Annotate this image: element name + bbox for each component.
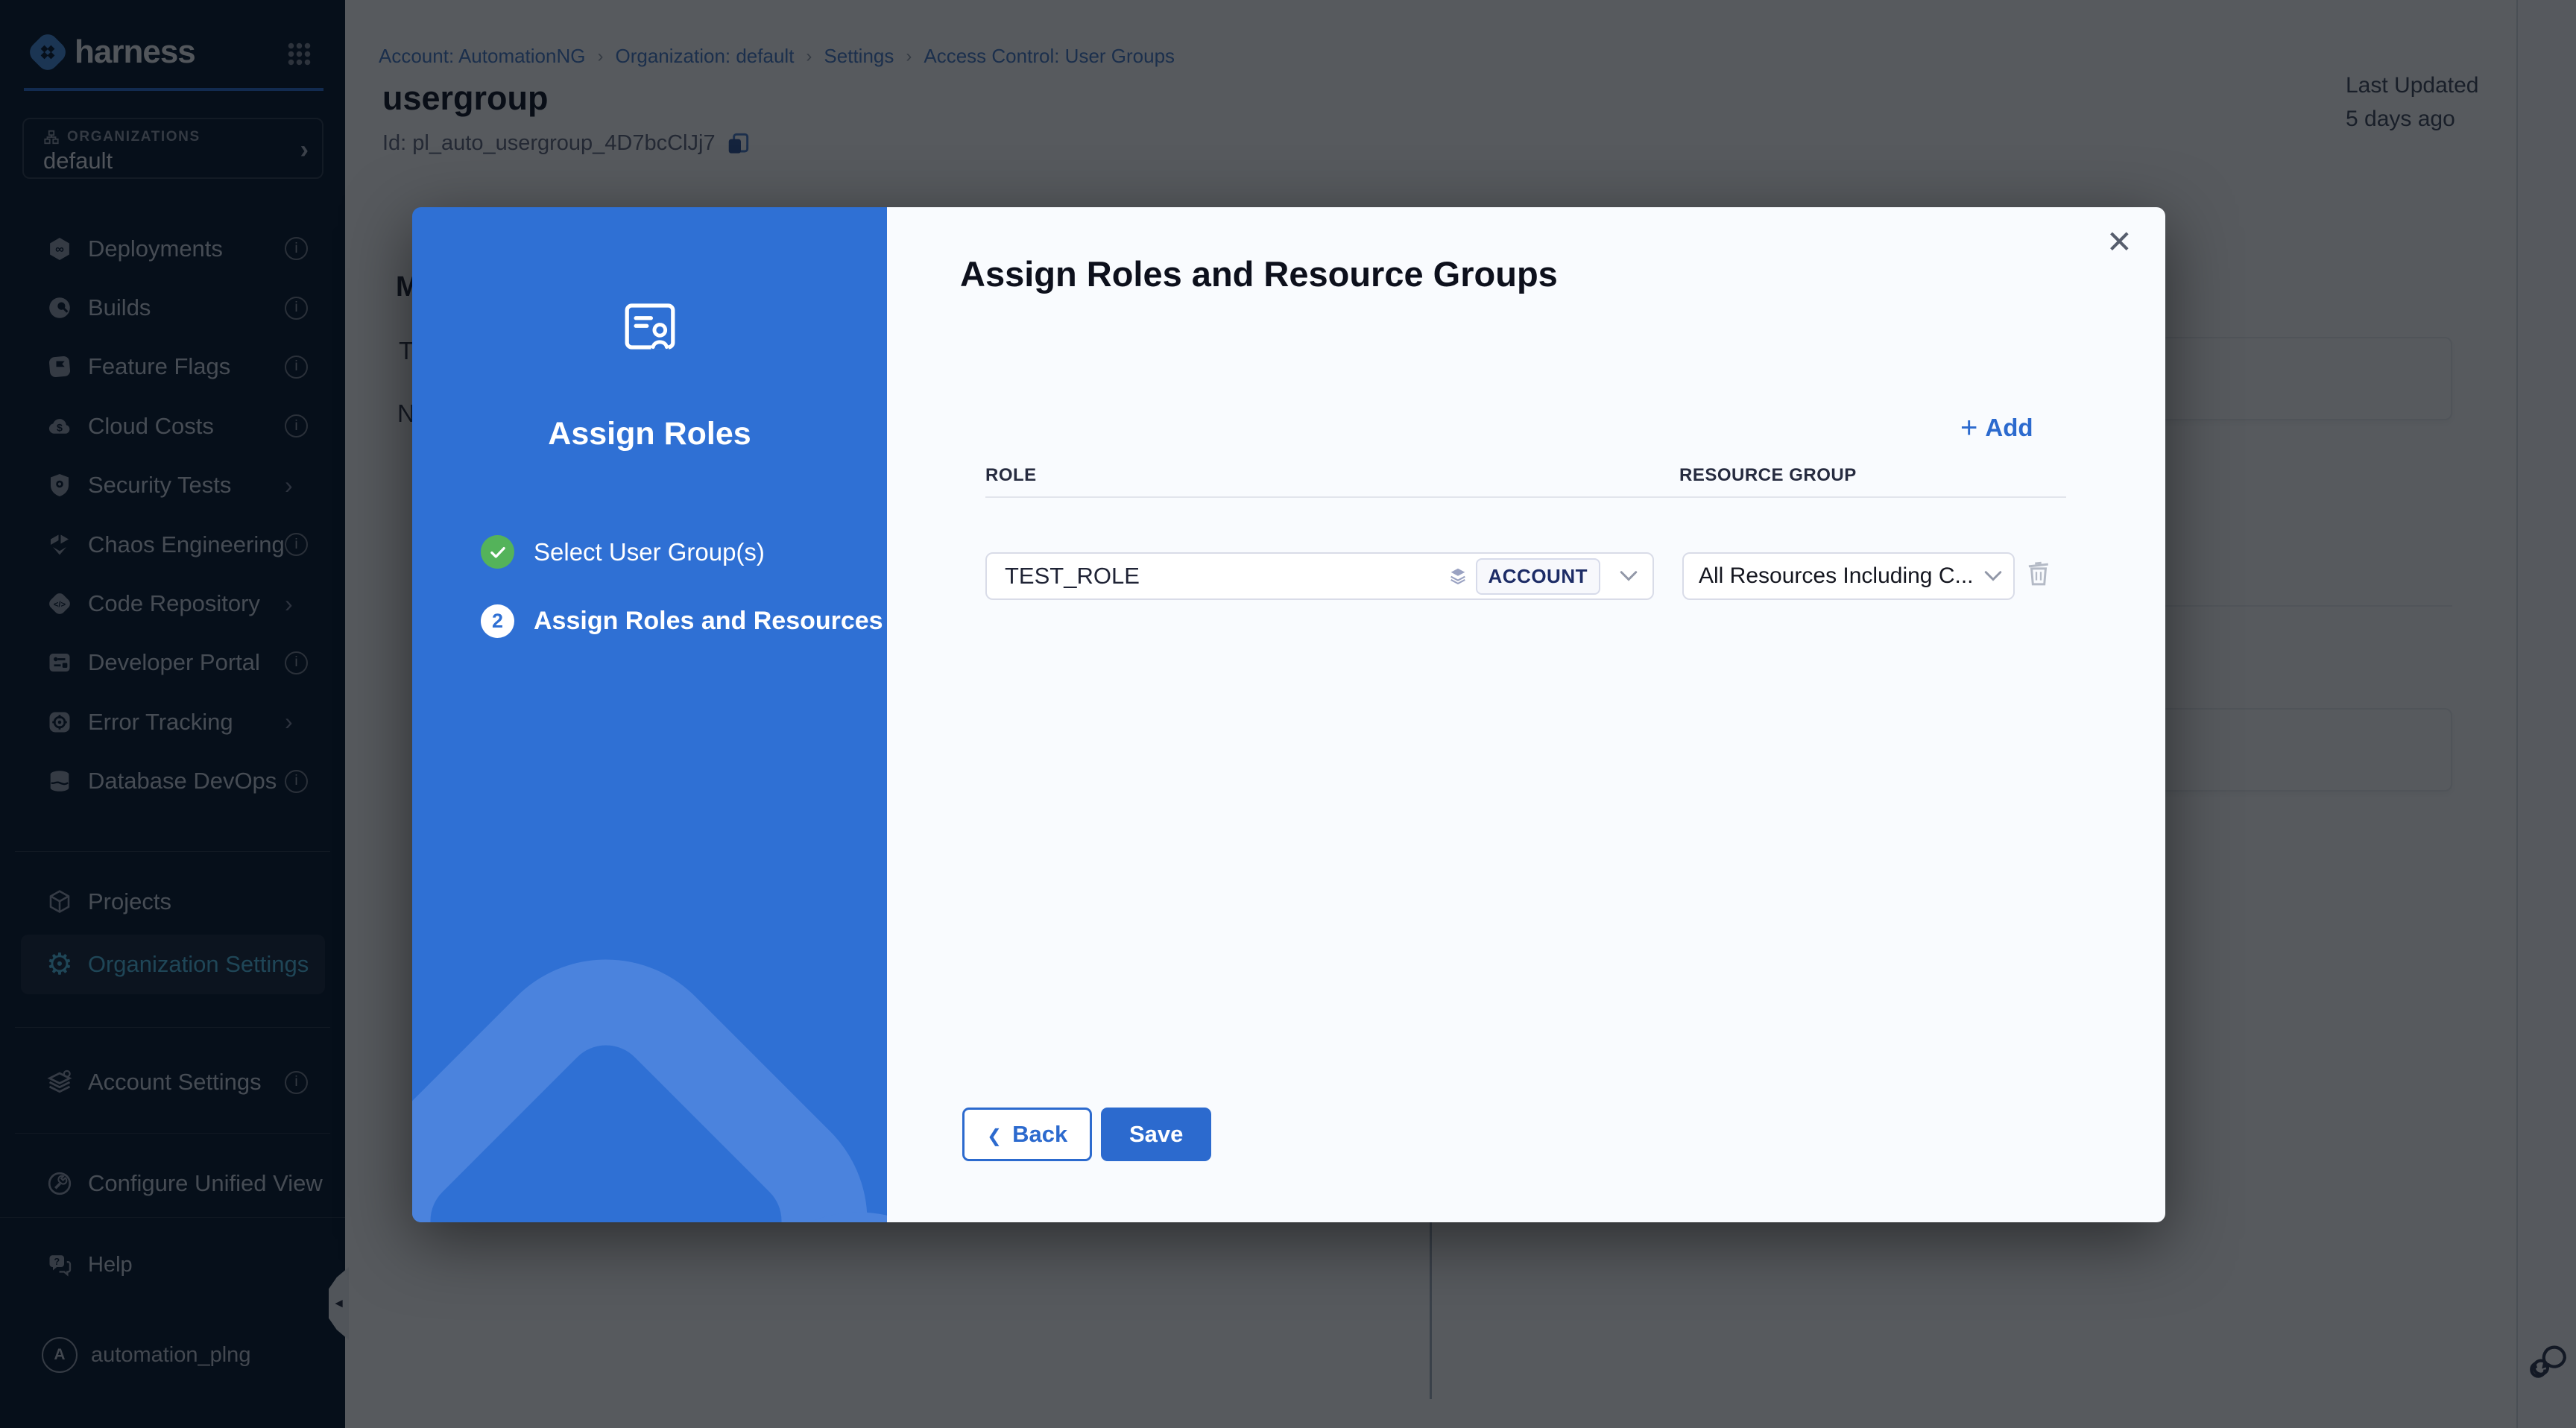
wizard-step-select-user-groups[interactable]: Select User Group(s) [481, 535, 765, 569]
step-label: Assign Roles and Resources [534, 607, 883, 636]
step-done-check-icon [481, 535, 514, 569]
chevron-down-icon [1620, 570, 1638, 582]
chevron-left-icon [987, 1121, 1002, 1148]
modal-heading: Assign Roles and Resource Groups [960, 253, 1558, 294]
wizard-step-assign-roles[interactable]: 2 Assign Roles and Resources [481, 604, 883, 638]
plus-icon: + [1960, 413, 1977, 443]
scope-layers-icon [1448, 566, 1468, 587]
step-number-badge: 2 [481, 604, 514, 638]
add-button[interactable]: + Add [1960, 413, 2033, 443]
chevron-down-icon [1984, 570, 2002, 582]
delete-row-trash-icon[interactable] [2023, 556, 2054, 590]
assign-roles-badge-icon [619, 295, 681, 358]
role-select-value: TEST_ROLE [1005, 563, 1140, 590]
table-header-divider [985, 496, 2066, 498]
resource-group-select[interactable]: All Resources Including C... [1682, 552, 2015, 600]
resource-group-select-value: All Resources Including C... [1699, 563, 1974, 589]
step-label: Select User Group(s) [534, 538, 765, 566]
save-button[interactable]: Save [1101, 1108, 1211, 1161]
column-header-resource-group: RESOURCE GROUP [1679, 465, 1857, 486]
column-header-role: ROLE [985, 465, 1037, 486]
role-select[interactable]: TEST_ROLE ACCOUNT [985, 552, 1654, 600]
wizard-panel: Assign Roles Select User Group(s) 2 Assi… [412, 207, 887, 1222]
harness-watermark [412, 207, 887, 1222]
scope-tag: ACCOUNT [1476, 558, 1601, 595]
close-icon[interactable] [2106, 224, 2133, 260]
modal-body: Assign Roles and Resource Groups + Add R… [887, 207, 2165, 1222]
assign-roles-modal: Assign Roles Select User Group(s) 2 Assi… [412, 207, 2165, 1222]
wizard-title: Assign Roles [412, 416, 887, 452]
back-button[interactable]: Back [962, 1108, 1092, 1161]
